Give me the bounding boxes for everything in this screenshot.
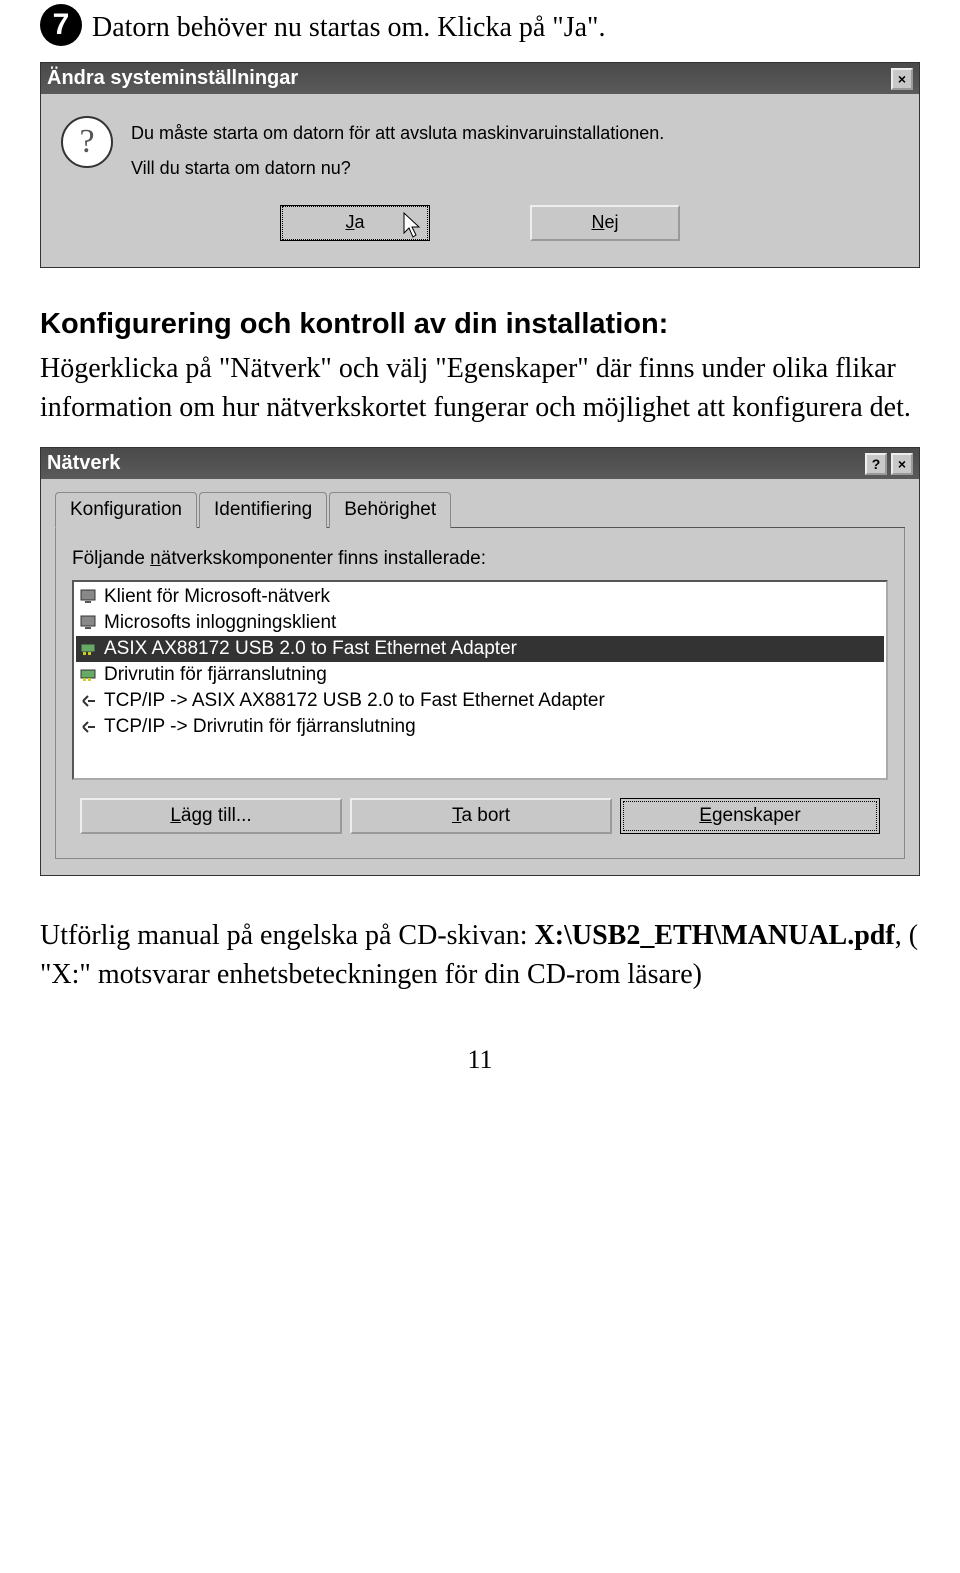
manual-footnote: Utförlig manual på engelska på CD-skivan… [40,916,920,994]
list-item[interactable]: Microsofts inloggningsklient [76,610,884,636]
add-button-label: Lägg till... [170,805,251,827]
section-body: Högerklicka på "Nätverk" och välj "Egens… [40,349,920,427]
list-item-label: Klient för Microsoft-nätverk [104,586,330,608]
installed-components-label: Följande nätverkskomponenter finns insta… [72,548,486,570]
remove-button[interactable]: Ta bort [350,798,612,834]
tab-strip: Konfiguration Identifiering Behörighet [55,491,905,528]
list-item[interactable]: Klient för Microsoft-nätverk [76,584,884,610]
proto-icon [80,693,98,709]
dialog-title: Ändra systeminställningar [47,67,298,90]
help-icon[interactable]: ? [865,453,887,475]
add-button[interactable]: Lägg till... [80,798,342,834]
network-dialog-title: Nätverk [47,452,120,475]
list-item-label: Microsofts inloggningsklient [104,612,336,634]
tab-configuration[interactable]: Konfiguration [55,492,197,528]
list-item-label: Drivrutin för fjärranslutning [104,664,327,686]
list-item[interactable]: TCP/IP -> ASIX AX88172 USB 2.0 to Fast E… [76,688,884,714]
dialog-titlebar: Ändra systeminställningar × [41,63,919,94]
step-number-badge: 7 [40,4,82,46]
step-instruction-text: Datorn behöver nu startas om. Klicka på … [92,10,606,46]
list-item-label: TCP/IP -> ASIX AX88172 USB 2.0 to Fast E… [104,690,605,712]
list-item-label: TCP/IP -> Drivrutin för fjärranslutning [104,716,416,738]
no-button[interactable]: Nej [530,205,680,241]
list-item[interactable]: ASIX AX88172 USB 2.0 to Fast Ethernet Ad… [76,636,884,662]
question-icon: ? [61,116,113,168]
list-item-label: ASIX AX88172 USB 2.0 to Fast Ethernet Ad… [104,638,517,660]
cursor-icon [402,211,422,239]
network-dialog: Nätverk ? × Konfiguration Identifiering … [40,447,920,876]
restart-dialog: Ändra systeminställningar × ? Du måste s… [40,62,920,267]
page-number: 11 [40,1045,920,1075]
no-button-label: Nej [591,212,618,233]
nic-icon [80,641,98,657]
monitor-icon [80,589,98,605]
network-dialog-titlebar: Nätverk ? × [41,448,919,479]
list-item[interactable]: Drivrutin för fjärranslutning [76,662,884,688]
dialog-message-text: Du måste starta om datorn för att avslut… [131,116,664,184]
dialog-message-line2: Vill du starta om datorn nu? [131,151,664,185]
monitor-icon [80,615,98,631]
components-listbox[interactable]: Klient för Microsoft-nätverk Microsofts i… [72,580,888,780]
section-heading: Konfigurering och kontroll av din instal… [40,308,920,341]
tab-access[interactable]: Behörighet [329,492,451,528]
properties-button[interactable]: Egenskaper [620,798,880,834]
close-icon[interactable]: × [891,453,913,475]
close-icon[interactable]: × [891,68,913,90]
list-item[interactable]: TCP/IP -> Drivrutin för fjärranslutning [76,714,884,740]
yes-button-label: Ja [345,212,364,233]
tab-identification[interactable]: Identifiering [199,492,327,528]
proto-icon [80,719,98,735]
remove-button-label: Ta bort [452,805,510,827]
nic-icon [80,667,98,683]
dialog-message-line1: Du måste starta om datorn för att avslut… [131,116,664,150]
properties-button-label: Egenskaper [699,805,800,827]
configuration-panel: Följande nätverkskomponenter finns insta… [55,528,905,859]
